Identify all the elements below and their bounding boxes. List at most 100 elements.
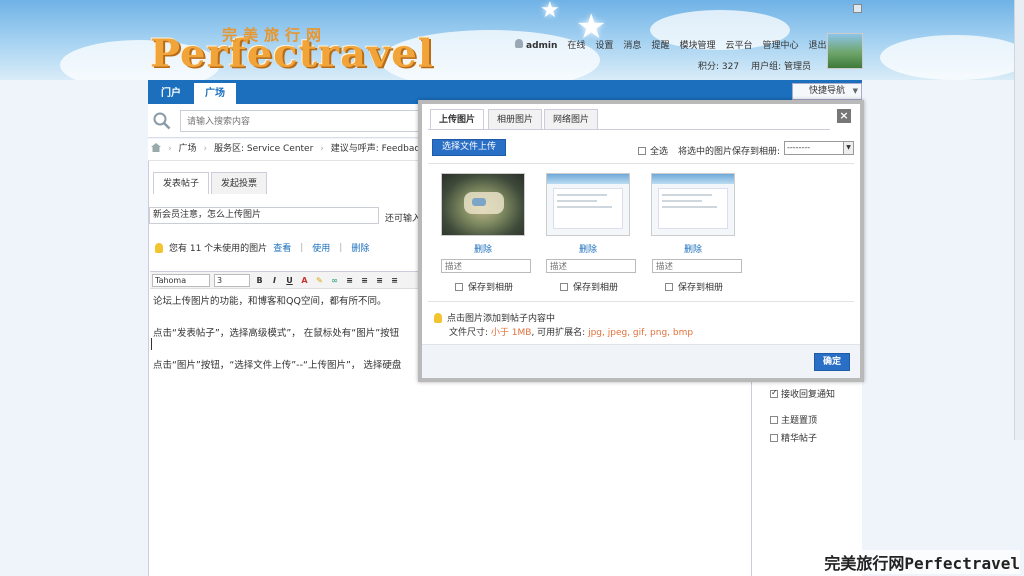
tab-new-poll[interactable]: 发起投票 [211,172,268,194]
home-icon[interactable] [151,143,161,152]
select-all-label: 全选 [650,147,669,157]
select-all-checkbox[interactable] [638,146,646,155]
italic-icon[interactable]: I [269,275,280,286]
underline-icon[interactable]: U [284,275,295,286]
user-stats: 积分: 327 用户组: 管理员 [698,59,811,72]
image-thumbnail[interactable] [546,173,630,236]
messages-link[interactable]: 消息 [623,38,641,51]
save-to-album-checkbox[interactable] [455,282,463,291]
tab-divider [428,129,830,130]
justify-icon[interactable]: ≡ [389,275,400,286]
delete-link[interactable]: 删除 [351,241,369,254]
tab-web-image[interactable]: 网络图片 [544,109,599,129]
highlight-icon[interactable]: ✎ [314,275,325,286]
nav-tab-square[interactable]: 广场 [194,83,236,104]
delete-image-link[interactable]: 删除 [651,242,735,255]
file-size-label: 文件尺寸: [449,328,489,338]
file-size-value: 小于 1MB [490,328,532,338]
image-description-input[interactable] [441,259,531,273]
user-icon [515,38,523,48]
select-all[interactable]: 全选 [638,144,668,157]
cloud-platform-link[interactable]: 云平台 [725,38,752,51]
points-link[interactable]: 积分: 327 [698,59,739,72]
font-family-select[interactable]: Tahoma [152,273,210,287]
use-link[interactable]: 使用 [312,241,330,254]
option-reply-notify[interactable]: 接收回复通知 [770,387,835,400]
image-thumbnail[interactable] [441,173,525,236]
image-thumbnail[interactable] [651,173,735,236]
align-left-icon[interactable]: ≡ [344,275,355,286]
image-description-input[interactable] [546,259,636,273]
font-size-select[interactable]: 3 [214,273,250,287]
image-icon[interactable] [853,4,862,13]
breadcrumb-feedback[interactable]: 建议与呼声: Feedback [331,144,425,154]
save-to-album-option[interactable]: 保存到相册 [665,280,723,293]
link-icon[interactable]: ∞ [329,275,340,286]
save-to-album-option[interactable]: 保存到相册 [560,280,618,293]
tab-album-image[interactable]: 相册图片 [488,109,543,129]
file-limits: 文件尺寸: 小于 1MB, 可用扩展名: jpg, jpeg, gif, png… [449,325,693,338]
image-description-input[interactable] [652,259,742,273]
image-upload-dialog: 上传图片 相册图片 网络图片 × 选择文件上传 全选 将选中的图片保存到相册: … [418,100,864,382]
close-icon[interactable]: × [837,109,851,123]
delete-image-link[interactable]: 删除 [441,242,525,255]
logo-chinese: 完美旅行网 [222,26,328,44]
subject-input[interactable]: 新会员注意，怎么上传图片 [149,207,379,224]
lightbulb-icon [155,242,163,253]
save-to-album-text: 保存到相册 [573,283,619,293]
tab-upload-image[interactable]: 上传图片 [430,109,485,129]
settings-link[interactable]: 设置 [595,38,613,51]
breadcrumb-service[interactable]: 服务区: Service Center [214,144,313,154]
module-admin-link[interactable]: 模块管理 [679,38,715,51]
username[interactable]: admin [526,41,557,51]
logout-link[interactable]: 退出 [809,38,827,51]
save-to-album-checkbox[interactable] [560,282,568,291]
save-to-album-option[interactable]: 保存到相册 [455,280,513,293]
cloud-decoration [880,35,1024,80]
extensions-value: jpg, jpeg, gif, png, bmp [588,328,694,338]
dialog-footer: 确定 [422,344,860,378]
upload-hint: 点击图片添加到帖子内容中 [434,311,555,324]
font-color-icon[interactable]: A [299,275,310,286]
editor-paragraph: 点击“图片”按钮，“选择文件上传”--“上传图片”， 选择硬盘 [153,360,402,371]
remaining-chars-label: 还可输入 [385,214,422,224]
admin-center-link[interactable]: 管理中心 [762,38,798,51]
digest-checkbox[interactable] [770,433,778,442]
unused-images-text: 您有 11 个未使用的图片 [169,244,268,254]
align-center-icon[interactable]: ≡ [359,275,370,286]
font-size-value: 3 [217,275,223,285]
divider [428,301,854,302]
avatar[interactable] [827,33,863,69]
select-file-upload-button[interactable]: 选择文件上传 [432,139,506,156]
sticky-label: 主题置顶 [781,416,818,426]
quick-nav-label: 快捷导航 [808,86,845,96]
unused-images-tip: 您有 11 个未使用的图片 查看 | 使用 | 删除 [155,241,369,254]
user-group[interactable]: 用户组: 管理员 [751,59,811,72]
ok-button[interactable]: 确定 [814,353,850,371]
font-family-value: Tahoma [155,275,187,285]
editor-content[interactable]: 论坛上传图片的功能，和博客和QQ空间，都有所不同。 点击“发表帖子”，选择高级模… [153,295,401,391]
option-sticky[interactable]: 主题置顶 [770,413,817,426]
option-digest[interactable]: 精华帖子 [770,431,817,444]
align-right-icon[interactable]: ≡ [374,275,385,286]
user-link[interactable]: admin [515,38,557,51]
album-select[interactable]: -------- ▼ [784,141,854,155]
view-link[interactable]: 查看 [273,241,291,254]
quick-nav-button[interactable]: 快捷导航 ▼ [792,83,862,100]
digest-label: 精华帖子 [781,434,818,444]
notifications-link[interactable]: 提醒 [651,38,669,51]
nav-tab-portal[interactable]: 门户 [150,83,192,104]
tab-new-post[interactable]: 发表帖子 [153,172,210,194]
delete-image-link[interactable]: 删除 [546,242,630,255]
chevron-down-icon: ▼ [852,87,858,95]
star-decoration: ★ [540,0,560,23]
reply-notify-checkbox[interactable] [770,388,778,398]
save-to-album-checkbox[interactable] [665,282,673,291]
breadcrumb-square[interactable]: 广场 [178,144,196,154]
sticky-checkbox[interactable] [770,415,778,424]
bold-icon[interactable]: B [254,275,265,286]
search-input[interactable] [180,110,420,132]
scrollbar[interactable] [1014,0,1024,440]
chevron-down-icon: ▼ [843,142,853,154]
search-icon[interactable] [153,112,171,130]
